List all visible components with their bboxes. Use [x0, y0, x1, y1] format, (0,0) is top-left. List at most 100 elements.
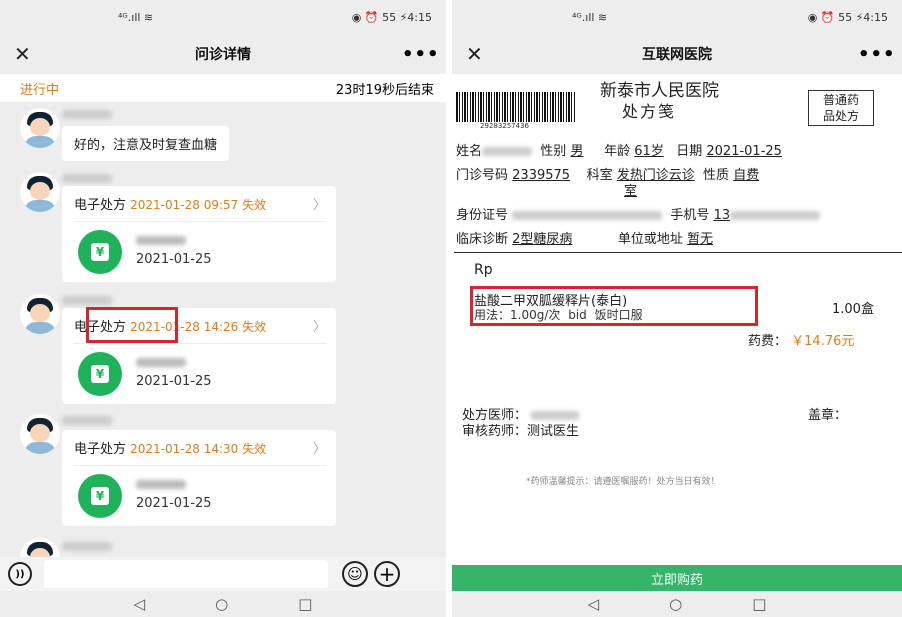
page-title: 互联网医院 [642, 47, 712, 63]
phone-label: 手机号 [670, 208, 710, 223]
expiry-time: 2021-01-28 09:57 失效 [130, 198, 267, 212]
phone-prefix: 13 [713, 208, 731, 223]
barcode-number: 29283257436 [480, 122, 529, 130]
back-icon[interactable]: ◁ [588, 595, 600, 613]
sender-name [62, 174, 112, 183]
date-label: 日期 [676, 144, 703, 159]
doctor-name [136, 480, 186, 489]
prescription-icon: ¥ [78, 352, 122, 396]
fee-value: ￥14.76元 [791, 334, 855, 349]
doctor-avatar[interactable] [20, 414, 60, 454]
title-bar: ✕ 问诊详情 ••• [0, 34, 446, 74]
unit-value: 暂无 [687, 232, 714, 247]
chat-screen: ⁴ᴳ.ıll ≋ ◉ ⏰ 55 ⚡4:15 ✕ 问诊详情 ••• 进行中 23时… [0, 0, 446, 617]
patient-name [482, 147, 533, 156]
chat-list[interactable]: 好的，注意及时复查血糖 电子处方 2021-01-28 09:57 失效 〉 ¥ … [0, 102, 446, 557]
voice-icon[interactable]: )) [8, 562, 32, 586]
plus-icon[interactable]: + [374, 561, 400, 587]
seal-label: 盖章： [808, 408, 848, 423]
diagnosis-row: 临床诊断 2型糖尿病 单位或地址 暂无 [456, 228, 713, 247]
status-bar: ⁴ᴳ.ıll ≋ ◉ ⏰ 55 ⚡4:15 [452, 0, 902, 34]
prescription-date: 2021-01-25 [136, 252, 212, 267]
more-icon[interactable]: ••• [402, 44, 439, 65]
name-label: 姓名 [456, 144, 483, 159]
rx-type-line1: 普通药 [822, 93, 859, 107]
home-icon[interactable]: ○ [669, 595, 682, 613]
sender-name [62, 110, 112, 119]
page-title: 问诊详情 [195, 47, 251, 63]
close-icon[interactable]: ✕ [466, 42, 496, 66]
gender-label: 性别 [540, 144, 567, 159]
emoji-icon[interactable]: ☺ [342, 561, 368, 587]
highlight-box [86, 307, 178, 343]
diagnosis-value: 2型糖尿病 [512, 232, 573, 247]
signal-icon: ⁴ᴳ.ıll ≋ [572, 10, 608, 24]
message-input[interactable] [44, 560, 328, 588]
divider-line [454, 252, 902, 253]
more-icon[interactable]: ••• [858, 44, 895, 65]
nature-value: 自费 [733, 168, 760, 183]
pharmacist-tip: *药师温馨提示：请遵医嘱服药！处方当日有效！ [526, 477, 720, 487]
prescription-label: 电子处方 [74, 198, 127, 213]
fee-label: 药费： [748, 334, 788, 349]
id-value [512, 211, 663, 220]
age-label: 年龄 [604, 144, 631, 159]
dept-label: 科室 [586, 168, 613, 183]
back-icon[interactable]: ◁ [134, 595, 146, 613]
clinic-no-label: 门诊号码 [456, 168, 509, 183]
buy-now-button[interactable]: 立即购药 [452, 565, 902, 591]
prescription-icon: ¥ [78, 230, 122, 274]
recent-apps-icon[interactable]: □ [298, 595, 312, 613]
yuan-icon: ¥ [91, 365, 109, 383]
id-label: 身份证号 [456, 208, 509, 223]
fee-row: 药费： ￥14.76元 [748, 330, 854, 349]
chevron-right-icon: 〉 [312, 198, 326, 213]
doctor-avatar[interactable] [20, 172, 60, 212]
system-nav-bar: ◁ ○ □ [0, 591, 446, 617]
chevron-right-icon: 〉 [312, 442, 326, 457]
doctor-avatar[interactable] [20, 108, 60, 148]
expiry-time: 2021-01-28 14:30 失效 [130, 442, 267, 456]
prescription-type-box: 普通药 品处方 [808, 90, 874, 126]
sender-name [62, 416, 112, 425]
status-right: ◉ ⏰ 55 ⚡4:15 [351, 10, 432, 24]
doctor-avatar[interactable] [20, 538, 60, 557]
id-row: 身份证号 手机号 13 [456, 204, 821, 223]
yuan-icon: ¥ [91, 487, 109, 505]
doctor-name [531, 411, 580, 420]
barcode [456, 92, 576, 122]
prescription-card[interactable]: 电子处方 2021-01-28 14:30 失效 〉 ¥ 2021-01-25 [62, 430, 336, 526]
message-text: 好的，注意及时复查血糖 [74, 138, 218, 153]
signal-icon: ⁴ᴳ.ıll ≋ [118, 10, 154, 24]
prescription-date: 2021-01-25 [136, 496, 212, 511]
pharmacist-row: 审核药师：测试医生 [462, 420, 579, 439]
message-bubble[interactable]: 好的，注意及时复查血糖 [62, 126, 230, 161]
prescription-header: 电子处方 2021-01-28 09:57 失效 〉 [74, 194, 326, 222]
rx-type-line2: 品处方 [822, 109, 859, 123]
status-text: 进行中 [20, 82, 60, 98]
close-icon[interactable]: ✕ [14, 42, 44, 66]
title-bar: ✕ 互联网医院 ••• [452, 34, 902, 74]
sender-name [62, 296, 112, 305]
diagnosis-label: 临床诊断 [456, 232, 509, 247]
dept-wrap-text: 室 [624, 184, 638, 199]
status-right: ◉ ⏰ 55 ⚡4:15 [807, 10, 888, 24]
prescription-header: 电子处方 2021-01-28 14:30 失效 〉 [74, 438, 326, 466]
date-value: 2021-01-25 [706, 144, 782, 159]
yuan-icon: ¥ [91, 243, 109, 261]
drug-quantity: 1.00盒 [832, 302, 874, 317]
clinic-row: 门诊号码 2339575 科室 发热门诊云诊 性质 自费 [456, 164, 759, 183]
consult-status-bar: 进行中 23时19秒后结束 [0, 74, 446, 102]
highlight-box [470, 286, 758, 326]
unit-label: 单位或地址 [617, 232, 683, 247]
status-bar: ⁴ᴳ.ıll ≋ ◉ ⏰ 55 ⚡4:15 [0, 0, 446, 34]
doctor-avatar[interactable] [20, 294, 60, 334]
nature-label: 性质 [703, 168, 730, 183]
prescription-card[interactable]: 电子处方 2021-01-28 09:57 失效 〉 ¥ 2021-01-25 [62, 186, 336, 282]
prescription-label: 电子处方 [74, 442, 127, 457]
rp-label: Rp [474, 262, 493, 278]
home-icon[interactable]: ○ [215, 595, 228, 613]
recent-apps-icon[interactable]: □ [752, 595, 766, 613]
system-nav-bar: ◁ ○ □ [452, 591, 902, 617]
phone-value [730, 211, 821, 220]
